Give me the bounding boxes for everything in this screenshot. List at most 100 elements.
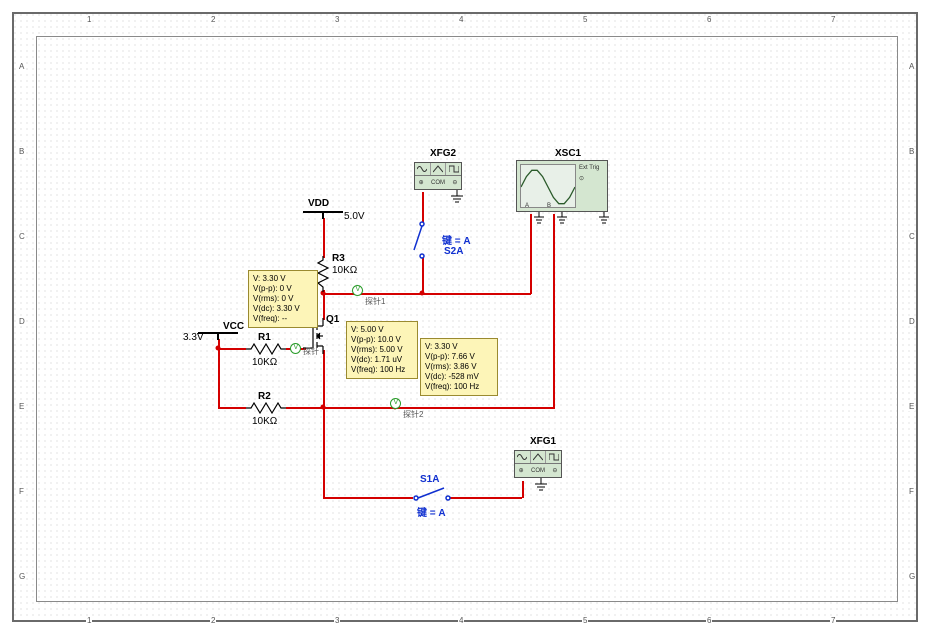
wire: [286, 407, 324, 409]
resistor-R3[interactable]: [316, 256, 330, 292]
wire: [323, 407, 325, 497]
xsc1-label: XSC1: [555, 148, 581, 159]
ruler-right-C: C: [908, 232, 916, 241]
ground-icon: [449, 190, 465, 206]
square-icon: [446, 163, 461, 175]
wire: [323, 407, 553, 409]
ground-icon: [532, 212, 546, 226]
ruler-top-3: 3: [334, 15, 340, 24]
tt-row: V(freq): 100 Hz: [351, 365, 413, 375]
chan-B: B: [547, 203, 551, 209]
xfg1-label: XFG1: [530, 436, 556, 447]
ruler-right-F: F: [908, 487, 915, 496]
tt-row: V(p-p): 10.0 V: [351, 335, 413, 345]
sine-icon: [415, 163, 431, 175]
wire: [323, 497, 413, 499]
ruler-top-1: 1: [86, 15, 92, 24]
probe-icon[interactable]: [290, 343, 301, 354]
tt-row: V(freq): 100 Hz: [425, 382, 493, 392]
tt-row: V(rms): 3.86 V: [425, 362, 493, 372]
ruler-top-5: 5: [582, 15, 588, 24]
ruler-left-B: B: [18, 147, 25, 156]
vcc-name: VCC: [223, 321, 244, 332]
tt-row: V(dc): 1.71 uV: [351, 355, 413, 365]
ruler-top-6: 6: [706, 15, 712, 24]
tt-row: V(dc): 3.30 V: [253, 304, 313, 314]
probe-label-A: 探针: [303, 346, 319, 357]
ruler-bot-5: 5: [582, 616, 588, 625]
wire: [422, 258, 424, 293]
R3-val: 10KΩ: [332, 265, 357, 276]
ruler-left-F: F: [18, 487, 25, 496]
tt-row: V: 5.00 V: [351, 325, 413, 335]
tt-row: V(rms): 0 V: [253, 294, 313, 304]
ruler-left-C: C: [18, 232, 26, 241]
ground-icon: [597, 212, 611, 226]
R2-ref: R2: [258, 391, 271, 402]
tt-row: V(p-p): 7.66 V: [425, 352, 493, 362]
S2A-key: 键 = A: [442, 232, 471, 247]
wire: [323, 218, 325, 258]
vdd-name: VDD: [308, 198, 329, 209]
tt-row: V(rms): 5.00 V: [351, 345, 413, 355]
sine-icon: [515, 451, 531, 463]
net-node: [216, 346, 221, 351]
xfg-wave-row: [415, 163, 461, 176]
ruler-right-A: A: [908, 62, 915, 71]
vcc-tick: [217, 332, 219, 340]
S1A-key: 键 = A: [417, 504, 446, 519]
oscilloscope-xsc1[interactable]: Ext Trig ⊙ A B: [516, 160, 608, 212]
xfg-pin-row: ⊕ COM ⊖: [515, 464, 561, 477]
tt-row: V: 3.30 V: [253, 274, 313, 284]
probe-icon[interactable]: [352, 285, 363, 296]
wire: [522, 481, 524, 498]
resistor-R1[interactable]: [246, 342, 286, 356]
ruler-right-B: B: [908, 147, 915, 156]
vdd-tick: [322, 211, 324, 219]
tt-row: V(freq): --: [253, 314, 313, 324]
ruler-left-D: D: [18, 317, 26, 326]
tt-row: V: 3.30 V: [425, 342, 493, 352]
wire: [422, 192, 424, 222]
ruler-right-G: G: [908, 572, 916, 581]
measurement-tooltip-left: V: 3.30 V V(p-p): 0 V V(rms): 0 V V(dc):…: [248, 270, 318, 328]
wire: [218, 407, 246, 409]
vdd-value: 5.0V: [344, 211, 365, 222]
pin-minus-icon: ⊖: [452, 179, 457, 186]
measurement-tooltip-right: V: 3.30 V V(p-p): 7.66 V V(rms): 3.86 V …: [420, 338, 498, 396]
ruler-bot-1: 1: [86, 616, 92, 625]
ruler-bot-7: 7: [830, 616, 836, 625]
pin-plus-icon: ⊕: [519, 467, 524, 474]
function-generator-xfg2[interactable]: ⊕ COM ⊖: [414, 162, 462, 190]
xfg2-label: XFG2: [430, 148, 456, 159]
ruler-bot-2: 2: [210, 616, 216, 625]
ruler-right-E: E: [908, 402, 915, 411]
S2A-name: S2A: [444, 246, 463, 257]
ground-icon: [555, 212, 569, 226]
pin-plus-icon: ⊕: [419, 179, 424, 186]
ruler-left-A: A: [18, 62, 25, 71]
switch-S2A[interactable]: [410, 220, 434, 260]
wire: [530, 214, 532, 294]
trig-pin-icon: ⊙: [579, 175, 607, 182]
triangle-icon: [431, 163, 447, 175]
ruler-top-7: 7: [830, 15, 836, 24]
function-generator-xfg1[interactable]: ⊕ COM ⊖: [514, 450, 562, 478]
measurement-tooltip-mid: V: 5.00 V V(p-p): 10.0 V V(rms): 5.00 V …: [346, 321, 418, 379]
probe-icon[interactable]: [390, 398, 401, 409]
ruler-top-4: 4: [458, 15, 464, 24]
R1-ref: R1: [258, 332, 271, 343]
vcc-value: 3.3V: [183, 332, 204, 343]
resistor-R2[interactable]: [246, 401, 286, 415]
drawing-area[interactable]: [36, 36, 898, 602]
ruler-bot-4: 4: [458, 616, 464, 625]
ruler-right-D: D: [908, 317, 916, 326]
ruler-left-E: E: [18, 402, 25, 411]
ruler-bot-6: 6: [706, 616, 712, 625]
probe-label-1: 探针1: [365, 296, 385, 307]
ext-trig-label: Ext Trig: [579, 165, 607, 171]
Q1-ref: Q1: [326, 314, 339, 325]
R2-val: 10KΩ: [252, 416, 277, 427]
tt-row: V(p-p): 0 V: [253, 284, 313, 294]
oscilloscope-side: Ext Trig ⊙: [579, 161, 607, 211]
